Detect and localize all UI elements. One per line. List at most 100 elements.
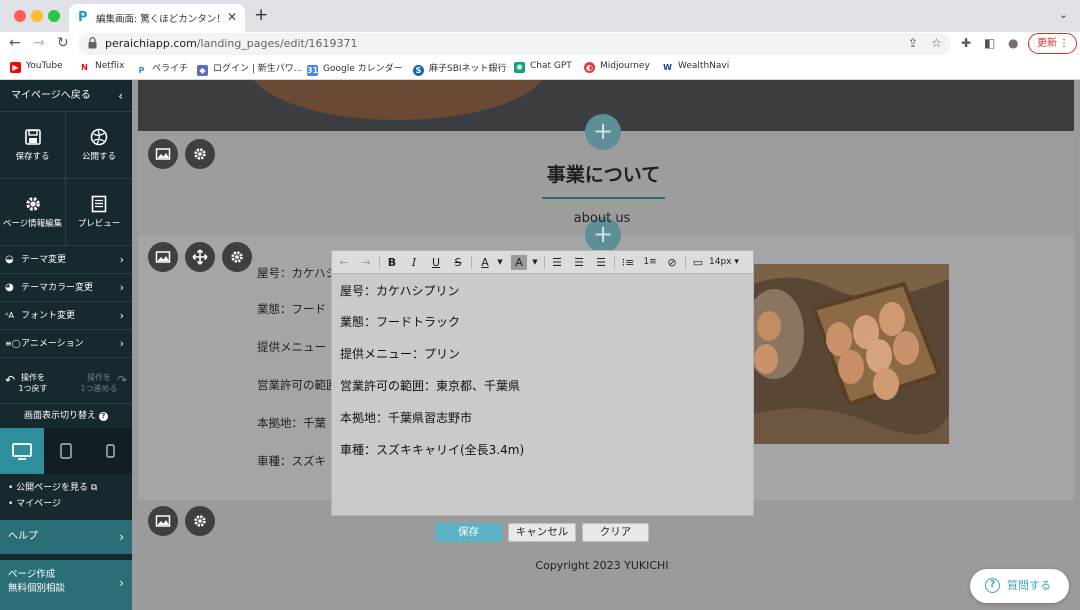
question-circle-icon: ?: [985, 578, 1000, 593]
font-size-select[interactable]: 14px ▾: [709, 255, 739, 270]
highlight-color-icon[interactable]: A: [511, 255, 527, 270]
block-settings-button[interactable]: [185, 506, 215, 536]
save-page-button[interactable]: 保存する: [0, 112, 66, 179]
back-arrow-icon[interactable]: ←: [9, 35, 21, 51]
mobile-view-button[interactable]: [88, 428, 132, 474]
update-label: 更新: [1037, 38, 1057, 49]
address-bar[interactable]: peraichiapp.com/landing_pages/edit/16193…: [78, 33, 951, 55]
editor-text-line[interactable]: 提供メニュー：プリン: [340, 345, 460, 362]
theme-icon: ◒: [5, 254, 14, 265]
toolbar-divider: [379, 256, 380, 269]
bookmark-midjourney[interactable]: ◐ Midjourney: [584, 61, 650, 73]
gear-icon: [231, 251, 243, 263]
new-tab-button[interactable]: +: [254, 5, 268, 25]
editor-cancel-button[interactable]: キャンセル: [508, 523, 576, 542]
side-panel-icon[interactable]: ◧: [984, 36, 995, 50]
update-button[interactable]: 更新 ⋮: [1028, 33, 1077, 54]
chevron-down-icon[interactable]: ▼: [492, 255, 508, 270]
bold-icon[interactable]: B: [384, 255, 400, 270]
bookmark-wealthnavi[interactable]: W WealthNavi: [662, 61, 729, 73]
sidebar-item-theme[interactable]: ◒ テーマ変更 ›: [0, 246, 132, 274]
monitor-icon[interactable]: ▭: [690, 255, 706, 270]
chevron-down-icon[interactable]: ▼: [527, 255, 543, 270]
desktop-view-button[interactable]: [0, 428, 44, 474]
image-block-button[interactable]: [148, 506, 178, 536]
tab-close-icon[interactable]: ✕: [227, 10, 237, 24]
help-menu[interactable]: ヘルプ ›: [0, 520, 132, 554]
image-block-button[interactable]: [148, 139, 178, 169]
free-consultation-menu[interactable]: ページ作成 無料個別相談 ›: [0, 560, 132, 610]
strikethrough-icon[interactable]: S: [450, 255, 466, 270]
eggs-crate-photo[interactable]: [754, 264, 949, 444]
background-text-line: 業態：フード: [257, 302, 326, 316]
view-public-page-link[interactable]: • 公開ページを見る ⧉: [8, 480, 97, 496]
preview-button[interactable]: プレビュー: [66, 179, 132, 246]
editor-text-line[interactable]: 営業許可の範囲：東京都、千葉県: [340, 377, 520, 394]
bookmark-netflix[interactable]: N Netflix: [79, 61, 124, 73]
section-heading[interactable]: 事業について: [542, 160, 665, 187]
redo-icon[interactable]: →: [358, 255, 374, 270]
link-icon[interactable]: ⊘: [664, 255, 680, 270]
editor-save-button[interactable]: 保存: [435, 523, 502, 542]
numbered-list-icon[interactable]: 1≡: [642, 255, 658, 270]
align-right-icon[interactable]: ☰: [593, 255, 609, 270]
bookmark-bank[interactable]: S 麻子SBIネット銀行: [413, 61, 507, 76]
window-minimize-button[interactable]: [31, 10, 43, 22]
sidebar-item-animation[interactable]: ≡◯ アニメーション ›: [0, 330, 132, 358]
editor-text-line[interactable]: 本拠地：千葉県習志野市: [340, 409, 472, 426]
chevron-right-icon: ›: [119, 337, 124, 350]
background-text-line: 車種：スズキ: [257, 454, 326, 468]
align-left-icon[interactable]: ☰: [549, 255, 565, 270]
section-subheading[interactable]: about us: [532, 211, 672, 226]
bookmark-star-icon[interactable]: ☆: [931, 36, 942, 50]
window-maximize-button[interactable]: [48, 10, 60, 22]
back-to-mypage-link[interactable]: マイページへ戻る ‹: [0, 80, 132, 112]
sidebar-item-theme-color[interactable]: ◕ テーマカラー変更 ›: [0, 274, 132, 302]
forward-arrow-icon[interactable]: →: [33, 35, 45, 51]
tab-search-chevron-icon[interactable]: ⌄: [1059, 8, 1068, 21]
ask-question-label: 質問する: [1007, 579, 1051, 592]
add-block-button[interactable]: +: [585, 114, 621, 150]
underline-icon[interactable]: U: [428, 255, 444, 270]
bookmark-chatgpt[interactable]: ✺ Chat GPT: [514, 61, 572, 73]
page-info-edit-label: ページ情報編集: [2, 219, 63, 229]
help-circle-icon[interactable]: ?: [98, 412, 108, 421]
move-block-button[interactable]: [185, 242, 215, 272]
browser-tab-active[interactable]: P 編集画面: 驚くほどカンタン！無料 ✕: [69, 4, 245, 32]
bookmark-login[interactable]: ◆ ログイン | 新生パワ...: [197, 61, 302, 76]
editor-text-line[interactable]: 屋号：カケハシプリン: [340, 282, 460, 299]
extensions-puzzle-icon[interactable]: ✚: [961, 36, 971, 50]
reload-icon[interactable]: ↻: [57, 35, 69, 51]
mypage-link[interactable]: • マイページ: [8, 496, 97, 512]
editor-text-line[interactable]: 業態：フードトラック: [340, 313, 460, 330]
italic-icon[interactable]: I: [406, 255, 422, 270]
bookmark-peraichi[interactable]: P ペライチ: [136, 61, 188, 76]
share-icon[interactable]: ⇪: [908, 36, 918, 50]
ask-question-widget[interactable]: ? 質問する: [970, 569, 1069, 603]
image-block-button[interactable]: [148, 242, 178, 272]
undo-button[interactable]: ↶ 操作を 1つ戻す: [0, 364, 66, 404]
screen: P 編集画面: 驚くほどカンタン！無料 ✕ + ⌄ ← → ↻ peraichi…: [0, 0, 1080, 610]
undo-icon[interactable]: ←: [336, 255, 352, 270]
bookmark-google-calendar[interactable]: 31 Google カレンダー: [307, 61, 403, 76]
consult-line1: ページ作成: [8, 569, 56, 580]
block-settings-button[interactable]: [185, 139, 215, 169]
align-center-icon[interactable]: ☰: [571, 255, 587, 270]
redo-button[interactable]: ↷ 操作を 1つ進める: [66, 364, 132, 404]
sidebar-links: • 公開ページを見る ⧉ • マイページ: [8, 480, 97, 512]
tablet-view-button[interactable]: [44, 428, 88, 474]
bullet-list-icon[interactable]: ⁝≡: [620, 255, 636, 270]
bookmark-youtube[interactable]: ▶ YouTube: [10, 61, 63, 73]
kebab-menu-icon[interactable]: ⋮: [1059, 34, 1069, 53]
page-info-edit-button[interactable]: ページ情報編集: [0, 179, 66, 246]
text-color-icon[interactable]: A: [477, 255, 493, 270]
toolbar-divider: [544, 256, 545, 269]
editor-text-line[interactable]: 車種：スズキキャリイ(全長3.4m): [340, 441, 524, 458]
profile-avatar-icon[interactable]: ●: [1008, 36, 1018, 50]
sidebar-item-font[interactable]: ᴬA フォント変更 ›: [0, 302, 132, 330]
publish-button[interactable]: 公開する: [66, 112, 132, 179]
editor-clear-button[interactable]: クリア: [582, 523, 649, 542]
redo-label-line2: 1つ進める: [80, 384, 118, 393]
block-settings-button[interactable]: [222, 242, 252, 272]
window-close-button[interactable]: [14, 10, 26, 22]
